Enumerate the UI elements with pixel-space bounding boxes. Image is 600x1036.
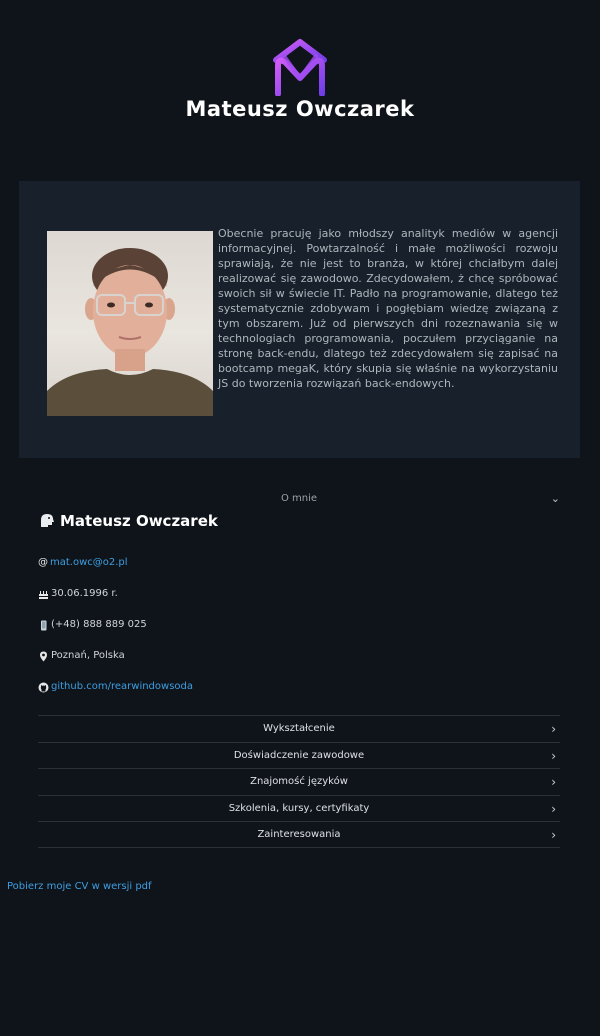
map-pin-icon xyxy=(38,651,49,662)
birthday-cake-icon xyxy=(38,589,49,600)
github-link[interactable]: github.com/rearwindowsoda xyxy=(51,680,193,694)
chevron-right-icon: › xyxy=(551,722,556,736)
profile-name-text: Mateusz Owczarek xyxy=(60,512,218,530)
location-text: Poznań, Polska xyxy=(51,650,125,661)
accordion-label: Znajomość języków xyxy=(250,776,348,787)
about-text: Obecnie pracuję jako młodszy analityk me… xyxy=(218,227,558,390)
phone-text: (+48) 888 889 025 xyxy=(51,619,147,630)
about-card: Obecnie pracuję jako młodszy analityk me… xyxy=(19,181,580,458)
download-cv-link[interactable]: Pobierz moje CV w wersji pdf xyxy=(7,881,152,892)
accordion-item-interests[interactable]: Zainteresowania › xyxy=(38,821,560,848)
email-link[interactable]: mat.owc@o2.pl xyxy=(50,556,128,570)
speaking-head-icon xyxy=(38,512,56,530)
accordion-label: Wykształcenie xyxy=(263,723,335,734)
accordion-label: Doświadczenie zawodowe xyxy=(233,749,365,761)
at-sign-icon: @ xyxy=(38,557,48,568)
accordion-label: Zainteresowania xyxy=(257,829,341,840)
chevron-right-icon: › xyxy=(551,775,556,789)
chevron-down-icon: ⌄ xyxy=(550,492,560,505)
page: Mateusz Owczarek Obecnie pracuję jako mł… xyxy=(0,0,600,1036)
site-title: Mateusz Owczarek xyxy=(185,97,415,121)
birthdate-row: 30.06.1996 r. xyxy=(38,587,118,601)
github-row: github.com/rearwindowsoda xyxy=(38,680,193,694)
cv-accordion: Wykształcenie › Doświadczenie zawodowe ›… xyxy=(38,715,560,848)
accordion-item-languages[interactable]: Znajomość języków › xyxy=(38,768,560,795)
profile-name: Mateusz Owczarek xyxy=(38,511,218,531)
logo-icon[interactable] xyxy=(270,38,330,97)
location-row: Poznań, Polska xyxy=(38,649,125,663)
profile-photo xyxy=(47,231,213,416)
phone-row: (+48) 888 889 025 xyxy=(38,618,147,632)
chevron-right-icon: › xyxy=(551,828,556,842)
accordion-item-experience[interactable]: Doświadczenie zawodowe › xyxy=(38,741,560,769)
section-label: O mnie xyxy=(280,493,318,504)
birthdate-text: 30.06.1996 r. xyxy=(51,588,118,599)
chevron-right-icon: › xyxy=(551,801,556,816)
accordion-item-trainings[interactable]: Szkolenia, kursy, certyfikaty › xyxy=(38,794,560,822)
chevron-right-icon: › xyxy=(551,748,556,763)
accordion-item-education[interactable]: Wykształcenie › xyxy=(38,715,560,742)
mobile-phone-icon xyxy=(38,620,49,631)
about-section-toggle[interactable]: O mnie ⌄ xyxy=(38,490,560,508)
email-row: @ mat.owc@o2.pl xyxy=(38,556,128,570)
github-icon xyxy=(38,682,49,693)
accordion-label: Szkolenia, kursy, certyfikaty xyxy=(228,802,370,814)
